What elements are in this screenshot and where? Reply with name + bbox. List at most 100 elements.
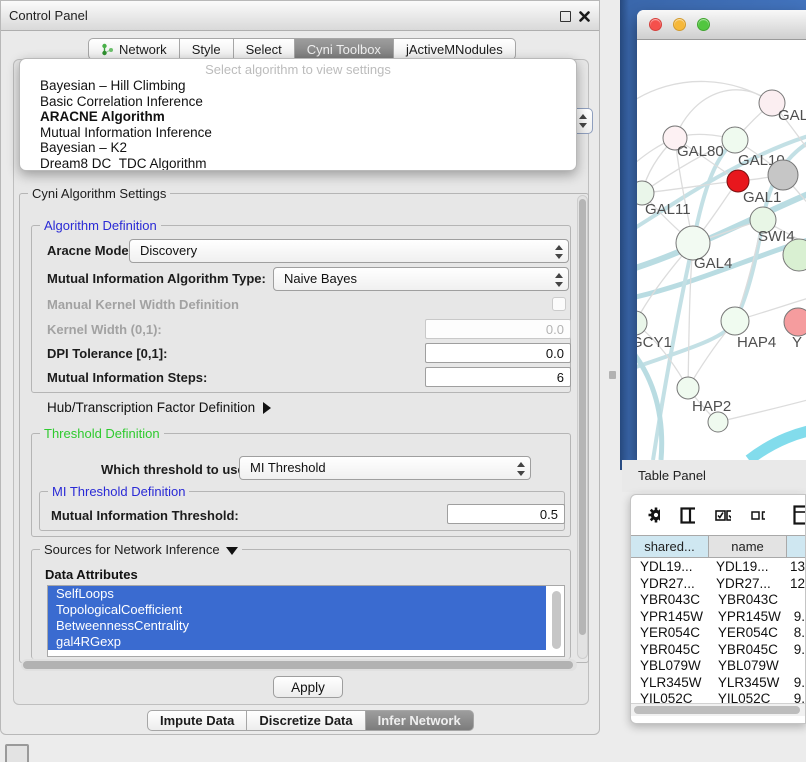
data-attribute-item[interactable]: TopologicalCoefficient [48, 602, 546, 618]
aracne-mode-select[interactable]: Discovery [129, 239, 569, 263]
network-node[interactable] [708, 412, 728, 432]
network-node[interactable] [677, 377, 699, 399]
mi-algorithm-type-select[interactable]: Naive Bayes [273, 267, 569, 291]
minimize-window-icon[interactable] [673, 18, 686, 31]
select-all-icon[interactable] [715, 508, 731, 523]
table-cell [787, 658, 805, 675]
columns-icon[interactable] [680, 507, 695, 524]
panel-splitter-handle[interactable] [609, 371, 616, 379]
algorithm-option[interactable]: Bayesian – K2 [20, 140, 576, 156]
table-cell: YER054C [709, 625, 787, 642]
aracne-mode-label: Aracne Mode: [47, 243, 133, 258]
tab-cyni-toolbox[interactable]: Cyni Toolbox [295, 38, 394, 60]
horizontal-scrollbar[interactable] [21, 659, 577, 671]
algorithm-option[interactable]: Bayesian – Hill Climbing [20, 78, 576, 94]
vertical-scrollbar[interactable] [552, 591, 561, 649]
gear-icon[interactable] [647, 506, 660, 524]
network-node[interactable] [784, 308, 806, 336]
tab-style[interactable]: Style [180, 38, 234, 60]
kernel-width-field[interactable] [425, 319, 571, 339]
table-row[interactable]: YDL19...YDL19...13 [631, 559, 805, 576]
network-canvas[interactable]: GALGAL80GAL10GAL1GAL11GAL4SWI4GCY1HAP4YH… [637, 40, 806, 460]
column-header-shared-name[interactable]: shared... [631, 536, 709, 557]
hub-definition-label: Hub/Transcription Factor Definition [47, 400, 255, 415]
tab-label: Infer Network [378, 713, 461, 728]
network-node[interactable] [721, 307, 749, 335]
close-panel-button[interactable] [576, 8, 592, 24]
table-row[interactable]: YIL052CYIL052C9. [631, 691, 805, 703]
tab-select[interactable]: Select [234, 38, 295, 60]
cyni-bottom-tabs: Impute Data Discretize Data Infer Networ… [147, 710, 474, 731]
mi-steps-field[interactable] [425, 367, 571, 387]
table-row[interactable]: YDR27...YDR27...12 [631, 576, 805, 593]
tab-infer-network[interactable]: Infer Network [366, 710, 474, 731]
float-icon [560, 11, 571, 22]
kernel-width-label: Kernel Width (0,1): [47, 322, 162, 337]
table-cell: 9. [787, 609, 805, 626]
tab-network[interactable]: Network [88, 38, 180, 60]
combo-stepper-icon [554, 244, 564, 260]
table-cell [787, 592, 805, 609]
close-window-icon[interactable] [649, 18, 662, 31]
table-cell: YBR043C [709, 592, 787, 609]
table-row[interactable]: YPR145WYPR145W9. [631, 609, 805, 626]
panel-title: Control Panel [9, 1, 88, 30]
table-cell: 9. [787, 691, 805, 703]
network-node[interactable] [722, 127, 748, 153]
table-cell: YBR045C [631, 642, 709, 659]
data-attribute-item[interactable]: SelfLoops [48, 586, 546, 602]
table-row[interactable]: YBL079WYBL079W [631, 658, 805, 675]
horizontal-scrollbar[interactable] [631, 703, 805, 716]
control-panel-window: Control Panel Network [0, 0, 600, 735]
network-node-label: Y [792, 334, 802, 351]
data-attribute-item[interactable]: BetweennessCentrality [48, 618, 546, 634]
algorithm-option[interactable]: Dream8 DC_TDC Algorithm [20, 156, 576, 172]
algorithm-option[interactable]: Mutual Information Inference [20, 125, 576, 141]
hub-definition-expander[interactable]: Hub/Transcription Factor Definition [47, 400, 271, 415]
table-row[interactable]: YER054CYER054C8. [631, 625, 805, 642]
column-header-name[interactable]: name [709, 536, 787, 557]
table-cell: YBL079W [631, 658, 709, 675]
tab-discretize-data[interactable]: Discretize Data [247, 710, 365, 731]
sources-group-title[interactable]: Sources for Network Inference [40, 542, 242, 557]
network-window-frame: GALGAL80GAL10GAL1GAL11GAL4SWI4GCY1HAP4YH… [620, 0, 806, 470]
data-attribute-item[interactable]: gal4RGexp [48, 634, 546, 650]
manual-kernel-width-checkbox[interactable] [552, 297, 566, 311]
collapsed-panel-icon[interactable] [5, 744, 29, 762]
table-toolbar [631, 495, 805, 535]
table-cell: YPR145W [631, 609, 709, 626]
table-header-row: shared... name [631, 535, 805, 558]
network-window-titlebar[interactable] [637, 10, 806, 40]
column-header-partial[interactable] [787, 536, 805, 557]
table-cell: YIL052C [709, 691, 787, 703]
table-row[interactable]: YBR043CYBR043C [631, 592, 805, 609]
table-cell: 8. [787, 625, 805, 642]
vertical-scrollbar[interactable] [577, 195, 588, 659]
table-cell: YBL079W [709, 658, 787, 675]
network-node[interactable] [768, 160, 798, 190]
table-row[interactable]: YBR045CYBR045C9. [631, 642, 805, 659]
table-cell: YDR27... [707, 576, 783, 593]
algorithm-option[interactable]: ARACNE Algorithm [20, 109, 576, 125]
network-node-label: GCY1 [637, 334, 672, 351]
apply-button[interactable]: Apply [273, 676, 343, 698]
tab-label: Network [119, 42, 167, 57]
algorithm-option[interactable]: Basic Correlation Inference [20, 94, 576, 110]
network-node-label: GAL1 [743, 189, 781, 206]
mi-threshold-field[interactable] [447, 504, 565, 524]
table-document-icon[interactable] [793, 505, 805, 525]
algorithm-dropdown-popup: Select algorithm to view settings Bayesi… [19, 58, 577, 171]
tab-jactivemnodules[interactable]: jActiveMNodules [394, 38, 516, 60]
network-node-label: GAL [778, 107, 806, 124]
table-cell: YBR045C [709, 642, 787, 659]
data-attributes-list[interactable]: SelfLoopsTopologicalCoefficientBetweenne… [47, 585, 565, 657]
table-row[interactable]: YLR345WYLR345W9. [631, 675, 805, 692]
which-threshold-select[interactable]: MI Threshold [239, 456, 531, 480]
mi-threshold-group-title: MI Threshold Definition [48, 484, 189, 499]
tab-impute-data[interactable]: Impute Data [147, 710, 247, 731]
dpi-tolerance-field[interactable] [425, 343, 571, 363]
zoom-window-icon[interactable] [697, 18, 710, 31]
deselect-all-icon[interactable] [751, 509, 766, 522]
float-panel-button[interactable] [557, 8, 573, 24]
mi-algorithm-type-label: Mutual Information Algorithm Type: [47, 271, 266, 286]
